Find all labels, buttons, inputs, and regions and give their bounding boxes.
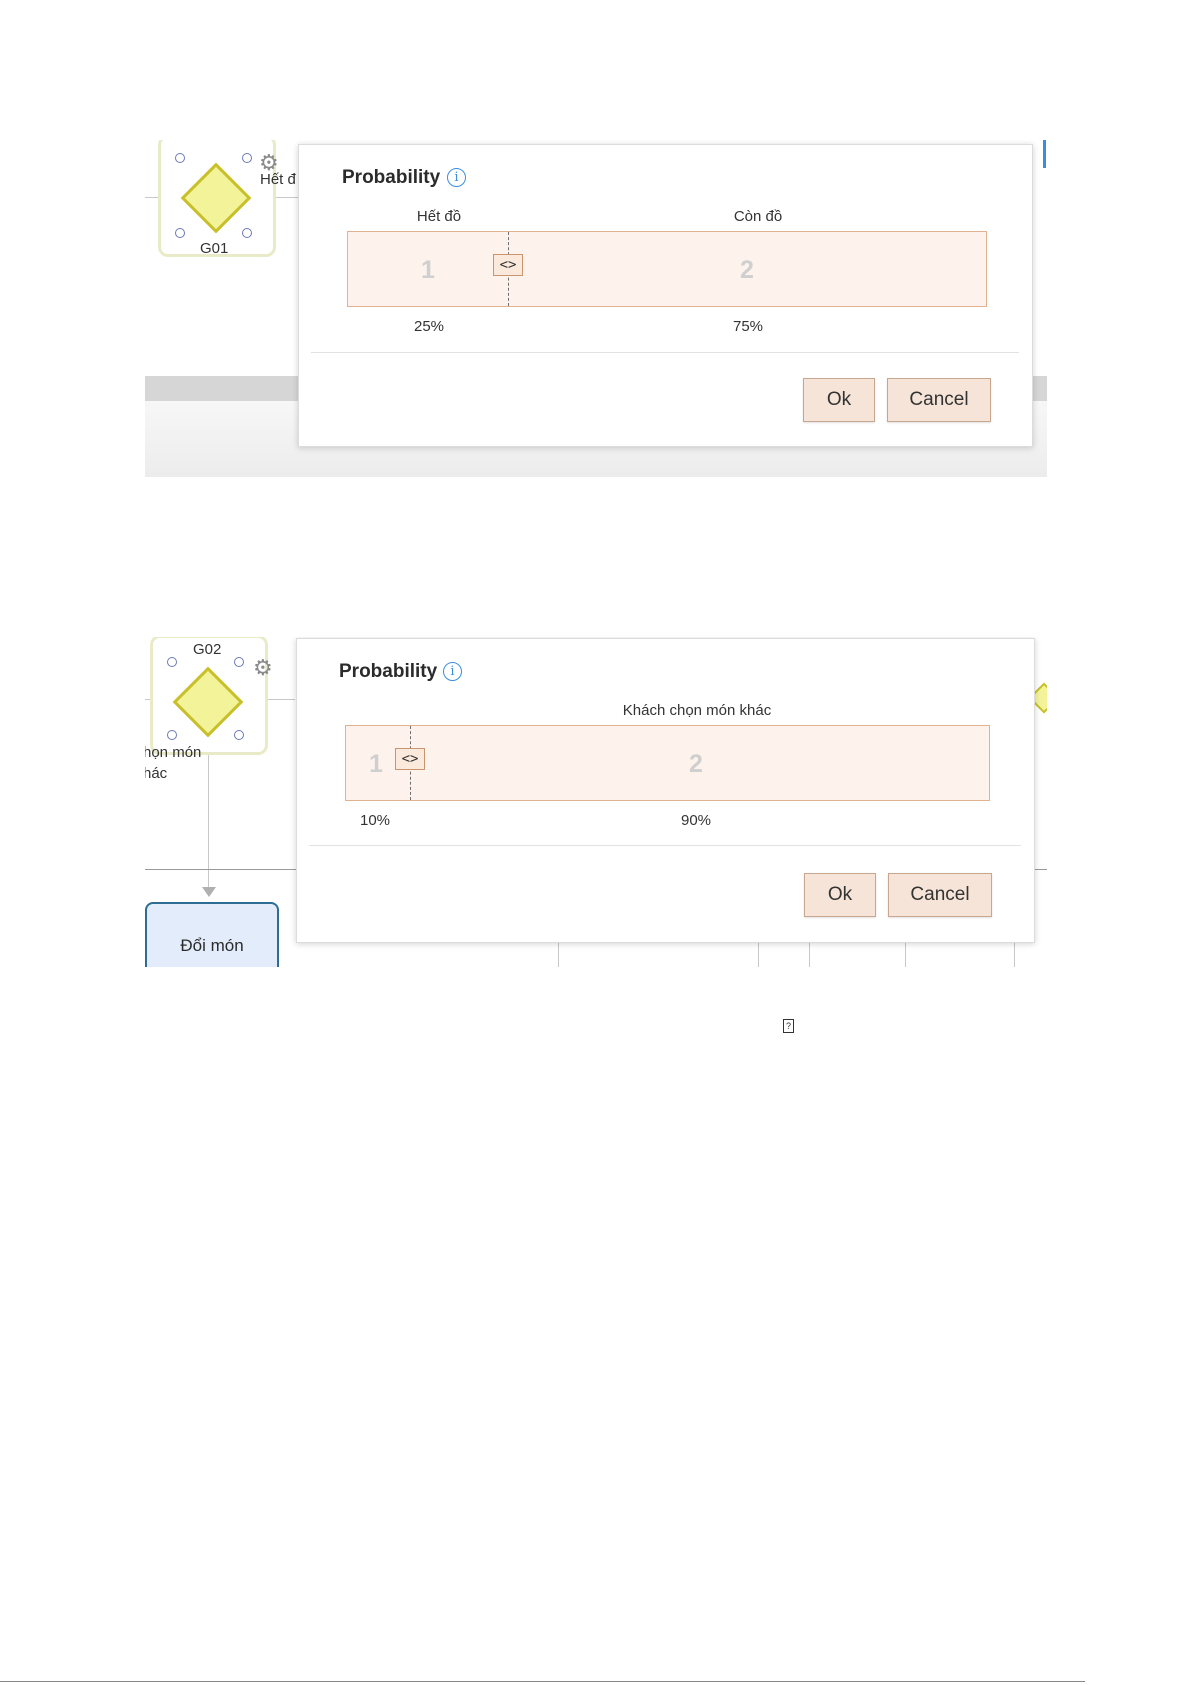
gear-icon[interactable]: ⚙ — [253, 657, 273, 679]
dialog-title: Probability — [339, 661, 438, 682]
gateway-label: G02 — [193, 641, 222, 658]
gateway-label: G01 — [200, 240, 229, 257]
probability-bar: 1 2 <> — [345, 725, 990, 801]
segment-1-label: Hết đồ — [416, 208, 462, 225]
selection-handle[interactable] — [242, 153, 252, 163]
flow-label-line2: hác — [145, 765, 168, 782]
split-slider-handle[interactable]: <> — [493, 254, 523, 276]
canvas-right-line — [1043, 140, 1046, 168]
grid-line — [558, 942, 559, 967]
probability-dialog: Probability i Khách chọn món khác 1 2 <>… — [296, 638, 1035, 943]
ok-button[interactable]: Ok — [803, 378, 875, 422]
task-label: Đổi món — [180, 936, 244, 955]
segment-2-number: 2 — [689, 750, 703, 778]
segment-2-number: 2 — [740, 256, 754, 284]
dialog-title: Probability — [342, 167, 441, 188]
segment-2-percent: 75% — [732, 318, 764, 335]
split-slider-handle[interactable]: <> — [395, 748, 425, 770]
segment-1-number: 1 — [421, 256, 435, 284]
cancel-button[interactable]: Cancel — [887, 378, 991, 422]
vertical-flow-line — [208, 742, 209, 887]
grid-line — [758, 942, 759, 967]
segment-1-percent: 25% — [413, 318, 445, 335]
probability-dialog: Probability i Hết đồ Còn đồ 1 2 <> 25% 7… — [298, 144, 1033, 447]
probability-bar: 1 2 <> — [347, 231, 987, 307]
selection-handle[interactable] — [175, 153, 185, 163]
stray-glyph: ? — [783, 1019, 794, 1033]
grid-line — [905, 942, 906, 967]
selection-handle[interactable] — [175, 228, 185, 238]
info-icon[interactable]: i — [447, 168, 466, 187]
grid-line — [809, 942, 810, 967]
screenshot-probability-g02: G02 ⚙ họn món hác Đổi món Probability i … — [145, 637, 1047, 967]
selection-handle[interactable] — [242, 228, 252, 238]
segment-1-number: 1 — [369, 750, 383, 778]
arrow-head — [202, 887, 216, 897]
dialog-separator — [309, 845, 1021, 846]
screenshot-probability-g01: G01 ⚙ Hết đ Probability i Hết đồ Còn đồ … — [145, 140, 1047, 477]
selection-handle[interactable] — [234, 657, 244, 667]
flow-label-line1: họn món — [145, 744, 202, 761]
partial-flow-label: Hết đ — [260, 171, 296, 188]
segment-2-label: Khách chọn món khác — [622, 702, 772, 719]
ok-button[interactable]: Ok — [804, 873, 876, 917]
gear-icon[interactable]: ⚙ — [259, 152, 279, 174]
selection-handle[interactable] — [167, 657, 177, 667]
grid-line — [1014, 942, 1015, 967]
cancel-button[interactable]: Cancel — [888, 873, 992, 917]
info-icon[interactable]: i — [443, 662, 462, 681]
selection-handle[interactable] — [167, 730, 177, 740]
segment-1-percent: 10% — [359, 812, 391, 829]
selection-handle[interactable] — [234, 730, 244, 740]
task-doi-mon[interactable]: Đổi món — [145, 902, 279, 967]
segment-2-percent: 90% — [680, 812, 712, 829]
page-bottom-rule — [0, 1681, 1085, 1682]
segment-2-label: Còn đồ — [733, 208, 783, 225]
dialog-separator — [311, 352, 1019, 353]
